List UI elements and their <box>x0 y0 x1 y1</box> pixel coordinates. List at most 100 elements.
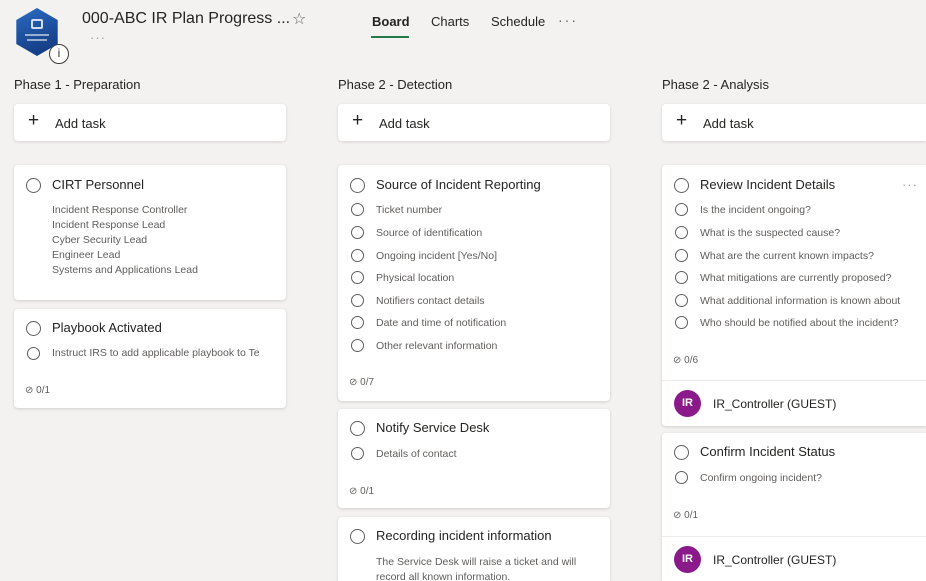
checklist-item-checkbox[interactable] <box>675 316 688 329</box>
checklist-item: Instruct IRS to add applicable playbook … <box>52 347 260 359</box>
checklist-item-checkbox[interactable] <box>351 249 364 262</box>
checklist-item: Physical location <box>376 272 455 284</box>
checklist-progress: ⊘ 0/1 <box>349 486 375 497</box>
description-line: Engineer Lead <box>52 249 121 261</box>
bucket-title-preparation[interactable]: Phase 1 - Preparation <box>14 77 140 92</box>
assignee-row[interactable]: IR IR_Controller (GUEST) <box>662 536 926 580</box>
task-card-playbook-activated[interactable]: Playbook Activated Instruct IRS to add a… <box>14 309 286 408</box>
checklist-item-checkbox[interactable] <box>675 271 688 284</box>
checklist-item-checkbox[interactable] <box>675 471 688 484</box>
checklist-item: What is the suspected cause? <box>700 227 841 239</box>
checklist-item: Date and time of notification <box>376 317 507 329</box>
checklist-item: What mitigations are currently proposed? <box>700 272 892 284</box>
add-task-label: Add task <box>55 116 106 131</box>
checklist-item: What additional information is known abo… <box>700 295 901 307</box>
complete-task-checkbox[interactable] <box>674 178 689 193</box>
plus-icon: + <box>28 110 40 131</box>
checklist-item: Details of contact <box>376 448 457 460</box>
checklist-progress: ⊘ 0/6 <box>673 355 699 366</box>
task-title: Notify Service Desk <box>376 420 490 435</box>
active-tab-indicator <box>371 36 409 38</box>
description-line: Systems and Applications Lead <box>52 264 198 276</box>
avatar: IR <box>674 390 701 417</box>
plan-more-options-button[interactable]: ··· <box>90 30 106 45</box>
task-card-source-of-incident-reporting[interactable]: Source of Incident Reporting Ticket numb… <box>338 165 610 401</box>
tab-schedule[interactable]: Schedule <box>491 14 545 29</box>
checklist-progress: ⊘ 0/1 <box>25 385 51 396</box>
plan-title[interactable]: 000-ABC IR Plan Progress ... <box>82 10 290 28</box>
complete-task-checkbox[interactable] <box>350 529 365 544</box>
checklist-progress-value: 0/1 <box>360 486 375 497</box>
task-card-notify-service-desk[interactable]: Notify Service Desk Details of contact ⊘… <box>338 409 610 508</box>
checklist-item: Who should be notified about the inciden… <box>700 317 899 329</box>
task-title: Confirm Incident Status <box>700 444 836 459</box>
task-card-review-incident-details[interactable]: Review Incident Details ··· Is the incid… <box>662 165 926 426</box>
checklist-progress-value: 0/6 <box>684 355 699 366</box>
checklist-item-checkbox[interactable] <box>675 294 688 307</box>
task-title: Recording incident information <box>376 528 552 543</box>
checklist-item: Confirm ongoing incident? <box>700 472 822 484</box>
task-description: The Service Desk will raise a ticket and… <box>376 555 576 581</box>
task-card-cirt-personnel[interactable]: CIRT Personnel Incident Response Control… <box>14 165 286 300</box>
tab-board[interactable]: Board <box>372 14 410 29</box>
checklist-item-checkbox[interactable] <box>351 294 364 307</box>
checklist-item-checkbox[interactable] <box>675 249 688 262</box>
complete-task-checkbox[interactable] <box>26 178 41 193</box>
add-task-label: Add task <box>379 116 430 131</box>
logo-line-icon <box>25 34 49 36</box>
description-line: Cyber Security Lead <box>52 234 148 246</box>
task-description: Incident Response Controller Incident Re… <box>52 203 198 278</box>
tab-charts[interactable]: Charts <box>431 14 469 29</box>
description-line: Incident Response Controller <box>52 204 188 216</box>
checklist-item: Ongoing incident [Yes/No] <box>376 250 498 262</box>
plus-icon: + <box>352 110 364 131</box>
description-line: Incident Response Lead <box>52 219 166 231</box>
tabs-more-button[interactable]: ··· <box>558 12 578 28</box>
checklist-item-checkbox[interactable] <box>351 203 364 216</box>
logo-line-icon <box>27 39 47 41</box>
assignee-name: IR_Controller (GUEST) <box>713 397 837 411</box>
task-title: Playbook Activated <box>52 320 162 335</box>
complete-task-checkbox[interactable] <box>350 421 365 436</box>
complete-task-checkbox[interactable] <box>350 178 365 193</box>
info-icon[interactable]: i <box>49 44 69 64</box>
complete-task-checkbox[interactable] <box>26 321 41 336</box>
checklist-item-checkbox[interactable] <box>675 226 688 239</box>
checklist-item: Source of identification <box>376 227 483 239</box>
add-task-button[interactable]: + Add task <box>14 104 286 141</box>
checklist-item-checkbox[interactable] <box>351 226 364 239</box>
checklist-item-checkbox[interactable] <box>27 347 40 360</box>
plus-icon: + <box>676 110 688 131</box>
checklist-item: Notifiers contact details <box>376 295 485 307</box>
checklist-progress-value: 0/1 <box>36 385 51 396</box>
checklist-progress: ⊘ 0/7 <box>349 377 375 388</box>
logo-mark-icon <box>31 19 43 29</box>
checklist-progress-value: 0/7 <box>360 377 375 388</box>
checklist-item: Other relevant information <box>376 340 498 352</box>
checklist-item-checkbox[interactable] <box>351 271 364 284</box>
description-line: record all known information. <box>376 571 511 581</box>
add-task-button[interactable]: + Add task <box>338 104 610 141</box>
favorite-star-icon[interactable]: ☆ <box>292 9 306 29</box>
add-task-button[interactable]: + Add task <box>662 104 926 141</box>
task-card-recording-incident-information[interactable]: Recording incident information The Servi… <box>338 517 610 581</box>
assignee-name: IR_Controller (GUEST) <box>713 553 837 567</box>
complete-task-checkbox[interactable] <box>674 445 689 460</box>
card-more-options-button[interactable]: ··· <box>902 177 918 192</box>
description-line: The Service Desk will raise a ticket and… <box>376 556 577 568</box>
checklist-item: Is the incident ongoing? <box>700 204 811 216</box>
checklist-progress: ⊘ 0/1 <box>673 510 699 521</box>
bucket-title-detection[interactable]: Phase 2 - Detection <box>338 77 452 92</box>
bucket-title-analysis[interactable]: Phase 2 - Analysis <box>662 77 769 92</box>
task-card-confirm-incident-status[interactable]: Confirm Incident Status Confirm ongoing … <box>662 433 926 581</box>
add-task-label: Add task <box>703 116 754 131</box>
task-title: CIRT Personnel <box>52 177 145 192</box>
checklist-item-checkbox[interactable] <box>351 339 364 352</box>
assignee-row[interactable]: IR IR_Controller (GUEST) <box>662 380 926 424</box>
checklist-item-checkbox[interactable] <box>675 203 688 216</box>
avatar: IR <box>674 546 701 573</box>
checklist-item: What are the current known impacts? <box>700 250 874 262</box>
checklist-item-checkbox[interactable] <box>351 447 364 460</box>
checklist-item: Ticket number <box>376 204 443 216</box>
checklist-item-checkbox[interactable] <box>351 316 364 329</box>
